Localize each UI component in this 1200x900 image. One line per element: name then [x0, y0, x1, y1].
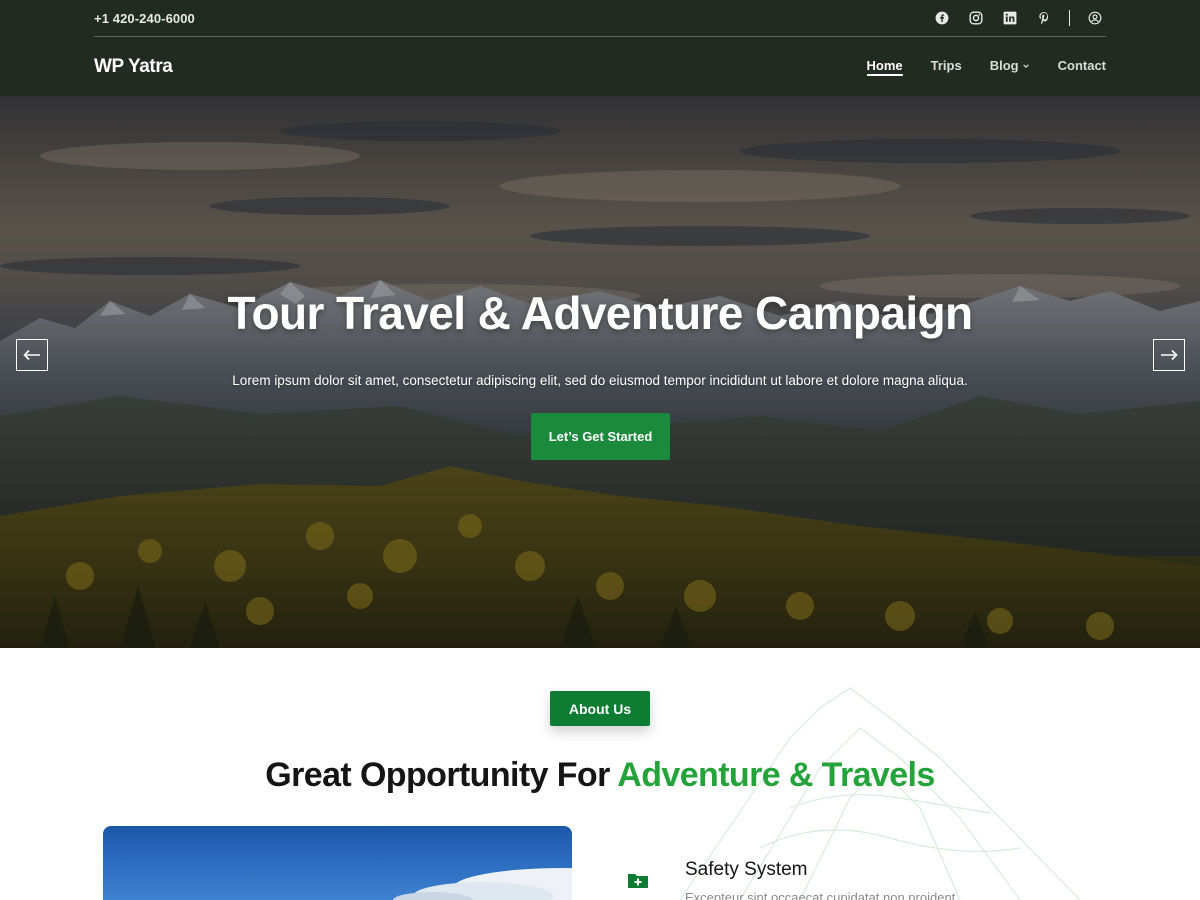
instagram-icon[interactable] — [965, 7, 987, 29]
slider-next-button[interactable] — [1153, 339, 1185, 371]
hero-slider: Tour Travel & Adventure Campaign Lorem i… — [0, 96, 1200, 648]
site-header: +1 420-240-6000 WP Yatra Home Trips Blog… — [0, 0, 1200, 96]
hero-subtitle: Lorem ipsum dolor sit amet, consectetur … — [232, 373, 968, 388]
nav-item-blog[interactable]: Blog — [990, 58, 1030, 75]
chevron-down-icon — [1022, 63, 1029, 68]
arrow-right-icon — [1161, 349, 1178, 361]
nav-item-home[interactable]: Home — [866, 58, 903, 76]
facebook-icon[interactable] — [931, 7, 953, 29]
get-started-button[interactable]: Let’s Get Started — [531, 413, 670, 460]
social-links — [931, 7, 1106, 29]
phone-number[interactable]: +1 420-240-6000 — [94, 11, 195, 26]
hero-title: Tour Travel & Adventure Campaign — [227, 287, 973, 339]
slider-prev-button[interactable] — [16, 339, 48, 371]
feature-title: Safety System — [685, 859, 808, 880]
about-section-title: Great Opportunity For Adventure & Travel… — [0, 756, 1200, 795]
sky-clouds-image — [393, 868, 572, 900]
hero-overlay — [0, 96, 1200, 648]
site-logo[interactable]: WP Yatra — [94, 56, 173, 78]
main-nav-row: WP Yatra Home Trips Blog Contact — [94, 37, 1106, 96]
arrow-left-icon — [23, 349, 40, 361]
top-bar: +1 420-240-6000 — [94, 0, 1106, 37]
nav-item-trips[interactable]: Trips — [931, 58, 962, 75]
about-title-accent: Adventure & Travels — [617, 756, 935, 794]
medical-folder-icon — [627, 870, 649, 890]
about-us-badge: About Us — [550, 691, 650, 726]
about-image — [103, 826, 572, 900]
linkedin-icon[interactable] — [999, 7, 1021, 29]
nav-item-blog-label: Blog — [989, 58, 1019, 73]
main-navigation: Home Trips Blog Contact — [866, 58, 1106, 76]
feature-text: Excepteur sint occaecat cupidatat non pr… — [685, 890, 956, 900]
nav-item-contact[interactable]: Contact — [1058, 58, 1106, 75]
pinterest-icon[interactable] — [1033, 7, 1055, 29]
user-account-icon[interactable] — [1084, 7, 1106, 29]
about-title-main: Great Opportunity For — [265, 756, 618, 794]
social-divider — [1069, 10, 1070, 26]
